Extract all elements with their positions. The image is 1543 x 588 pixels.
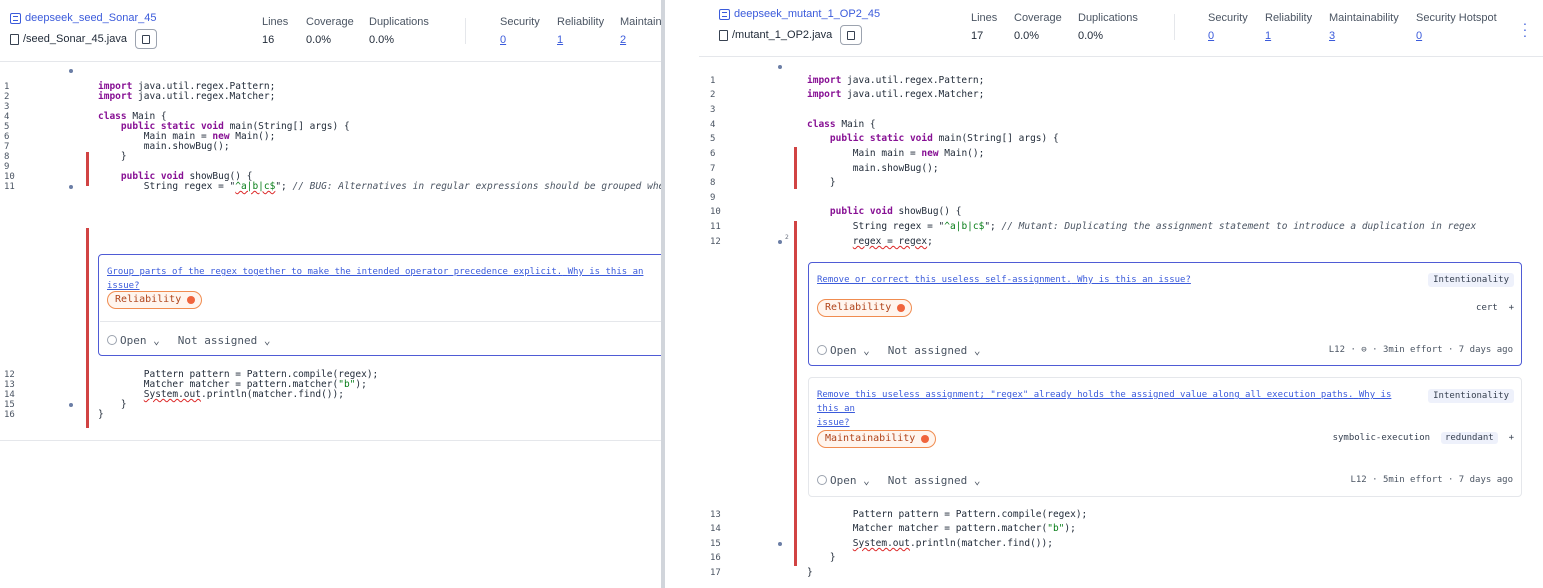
assignee-dropdown[interactable]: Not assigned ⌄: [178, 334, 271, 347]
issue-card[interactable]: Remove or correct this useless self-assi…: [808, 262, 1522, 366]
left-code-viewer: deepseek_seed_Sonar_45 /seed_Sonar_45.ja…: [0, 0, 661, 588]
issue-marker[interactable]: [69, 185, 73, 189]
code-listing: 1 import java.util.regex.Pattern; 2 import…: [699, 59, 1543, 588]
file-name: /mutant_1_OP2.java: [732, 29, 833, 41]
project-link[interactable]: deepseek_mutant_1_OP2_45: [719, 8, 880, 20]
code-line: 2 import java.util.regex.Matcher;: [710, 89, 985, 101]
code-line: 8 }: [710, 177, 836, 189]
metric-security: Security 0: [500, 16, 540, 46]
reliability-count-link[interactable]: 1: [557, 34, 604, 46]
metric-lines: Lines 16: [262, 16, 289, 46]
metric-duplications: Duplications 0.0%: [369, 16, 429, 46]
code-line: 11 String regex = "^a|b|c$"; // BUG: Alt…: [4, 181, 661, 193]
code-line: 14 Matcher matcher = pattern.matcher("b"…: [710, 523, 1076, 535]
code-line: 7 main.showBug();: [710, 163, 939, 175]
copy-path-button[interactable]: [134, 29, 157, 49]
assignee-dropdown[interactable]: Not assigned ⌄: [888, 344, 981, 357]
security-count-link[interactable]: 0: [1208, 30, 1248, 42]
issue-card[interactable]: Group parts of the regex together to mak…: [98, 254, 661, 356]
metric-duplications: Duplications 0.0%: [1078, 12, 1138, 42]
issue-meta: L12 · ⊖ · 3min effort · 7 days ago: [1328, 345, 1513, 355]
project-name[interactable]: deepseek_seed_Sonar_45: [25, 12, 157, 24]
code-listing: 1 import java.util.regex.Pattern; 2 import…: [0, 64, 661, 444]
metric-reliability: Reliability 1: [1265, 12, 1313, 42]
quality-badge: Maintainability: [817, 430, 937, 448]
file-name: /seed_Sonar_45.java: [23, 33, 127, 45]
file-icon: [10, 33, 19, 45]
security-count-link[interactable]: 0: [500, 34, 540, 46]
project-name[interactable]: deepseek_mutant_1_OP2_45: [734, 8, 880, 20]
tag-list[interactable]: symbolic-execution redundant +: [1333, 432, 1514, 444]
panel-divider: [661, 0, 699, 588]
file-path: /mutant_1_OP2.java: [719, 25, 863, 45]
metric-security: Security 0: [1208, 12, 1248, 42]
metric-coverage: Coverage 0.0%: [1014, 12, 1062, 42]
file-path: /seed_Sonar_45.java: [10, 29, 157, 49]
issue-marker[interactable]: [778, 240, 782, 244]
quality-badge: Reliability: [817, 299, 913, 317]
issue-message[interactable]: Remove this useless assignment; "regex" …: [817, 388, 1417, 430]
metric-coverage: Coverage 0.0%: [306, 16, 354, 46]
metric-lines: Lines 17: [971, 12, 998, 42]
code-line: 11 String regex = "^a|b|c$"; // Mutant: …: [710, 221, 1477, 233]
issue-marker[interactable]: [69, 69, 73, 73]
hotspot-count-link[interactable]: 0: [1416, 30, 1497, 42]
maintainability-count-link[interactable]: 2: [620, 34, 661, 46]
code-line: 15 System.out.println(matcher.find());: [710, 538, 1053, 550]
code-line: 12 regex = regex;: [710, 236, 933, 248]
issue-location-bar: [86, 152, 89, 186]
status-dropdown[interactable]: Open ⌄: [817, 344, 870, 357]
more-options-icon[interactable]: · · ·: [1522, 16, 1528, 42]
issue-marker[interactable]: [778, 542, 782, 546]
attribute-chip: Intentionality: [1428, 273, 1514, 287]
issue-meta: L12 · 5min effort · 7 days ago: [1350, 475, 1513, 485]
code-line: 6 Main main = new Main();: [710, 148, 985, 160]
metric-reliability: Reliability 1: [557, 16, 605, 46]
metric-maintainability: Maintainability 3: [1329, 12, 1399, 42]
code-line: 10 public void showBug() {: [710, 206, 962, 218]
tag-list[interactable]: cert +: [1476, 303, 1514, 313]
file-header: deepseek_mutant_1_OP2_45 /mutant_1_OP2.j…: [699, 0, 1543, 57]
code-line: 4 class Main {: [710, 119, 876, 131]
code-line: 17}: [710, 567, 813, 579]
attribute-chip: Intentionality: [1428, 389, 1514, 403]
code-line: 16}: [4, 409, 104, 421]
issue-location-bar: [794, 147, 797, 189]
code-line: 8 }: [4, 151, 127, 163]
metric-maintainability: Maintain 2: [620, 16, 661, 46]
code-line: 3: [710, 105, 716, 115]
copy-icon: [141, 34, 150, 44]
code-line: 9: [710, 193, 716, 203]
panel-divider-strip: [661, 0, 665, 588]
issue-message[interactable]: Remove or correct this useless self-assi…: [817, 273, 1191, 287]
code-line: 5 public static void main(String[] args)…: [710, 133, 1059, 145]
right-code-viewer: deepseek_mutant_1_OP2_45 /mutant_1_OP2.j…: [699, 0, 1543, 588]
file-header: deepseek_seed_Sonar_45 /seed_Sonar_45.ja…: [0, 0, 661, 62]
project-icon: [719, 8, 730, 20]
code-line: 2 import java.util.regex.Matcher;: [4, 91, 276, 103]
code-line: 1 import java.util.regex.Pattern;: [710, 75, 985, 87]
code-line: 16 }: [710, 552, 836, 564]
assignee-dropdown[interactable]: Not assigned ⌄: [888, 474, 981, 487]
file-icon: [719, 29, 728, 41]
metric-security-hotspot: Security Hotspot 0: [1416, 12, 1497, 42]
copy-path-button[interactable]: [840, 25, 863, 45]
status-dropdown[interactable]: Open ⌄: [817, 474, 870, 487]
issue-count-badge: 2: [785, 234, 789, 241]
project-link[interactable]: deepseek_seed_Sonar_45: [10, 12, 157, 24]
project-icon: [10, 12, 21, 24]
quality-badge: Reliability: [107, 291, 203, 309]
issue-card[interactable]: Remove this useless assignment; "regex" …: [808, 377, 1522, 497]
issue-message[interactable]: Group parts of the regex together to mak…: [107, 265, 661, 293]
status-dropdown[interactable]: Open ⌄: [107, 334, 160, 347]
reliability-count-link[interactable]: 1: [1265, 30, 1312, 42]
maintainability-count-link[interactable]: 3: [1329, 30, 1399, 42]
code-line: 13 Pattern pattern = Pattern.compile(reg…: [710, 509, 1088, 521]
copy-icon: [847, 30, 856, 40]
issue-marker[interactable]: [778, 65, 782, 69]
